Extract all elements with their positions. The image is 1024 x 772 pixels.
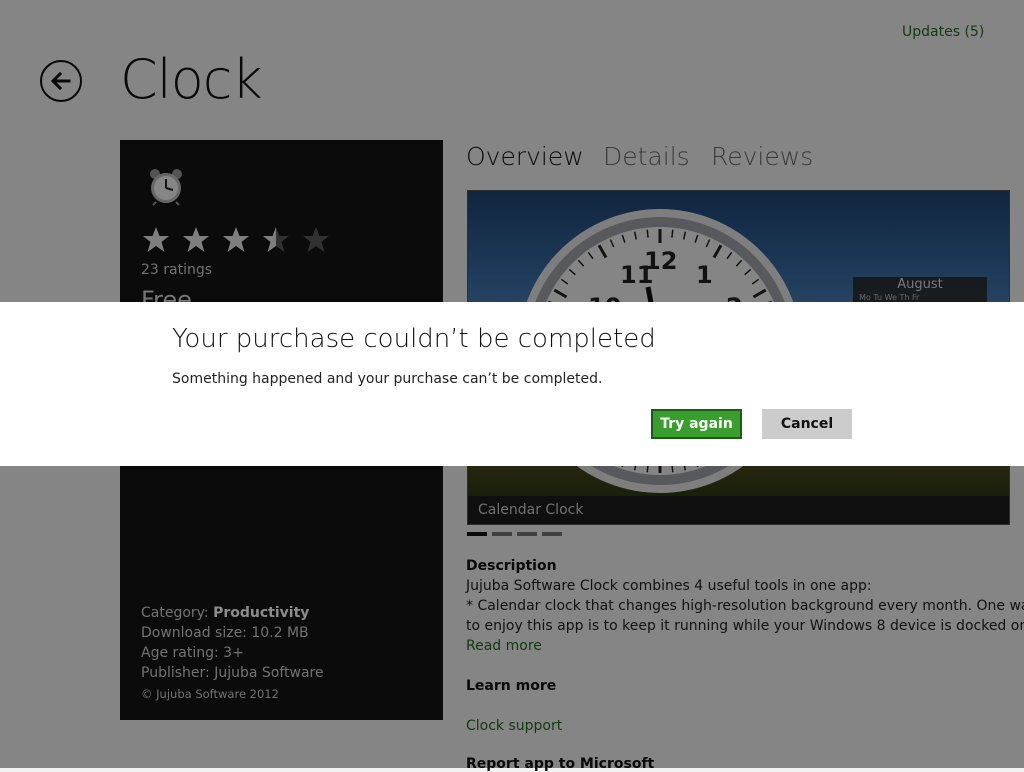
error-dialog: Your purchase couldn’t be completed Some… [0, 302, 1024, 466]
dialog-message: Something happened and your purchase can… [172, 371, 603, 387]
dialog-title: Your purchase couldn’t be completed [172, 324, 656, 354]
try-again-button[interactable]: Try again [651, 409, 742, 439]
cancel-button[interactable]: Cancel [762, 409, 852, 439]
